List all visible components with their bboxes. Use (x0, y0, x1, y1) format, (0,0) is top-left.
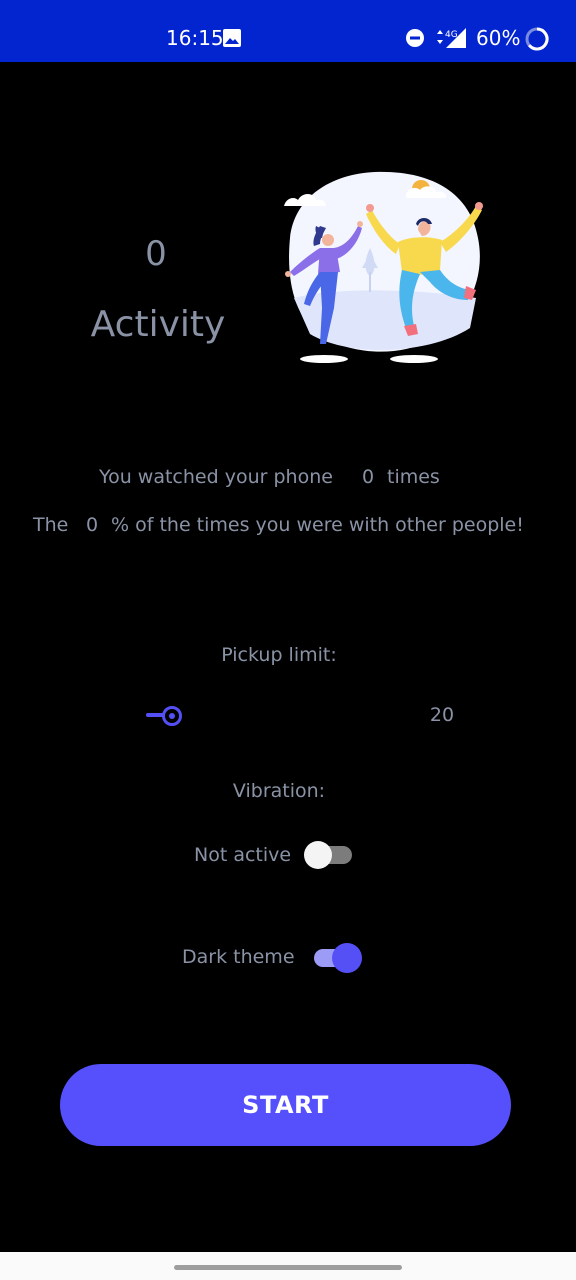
gesture-handle[interactable] (174, 1265, 402, 1270)
vibration-label: Vibration: (232, 780, 326, 802)
celebration-illustration (284, 171, 483, 363)
vibration-state: Not active (194, 844, 292, 866)
pickup-limit-slider[interactable] (146, 700, 406, 730)
activity-label: Activity (90, 304, 226, 345)
status-time: 16:15 (166, 26, 224, 50)
watch-count-value: 0 (362, 466, 375, 488)
dark-theme-toggle[interactable] (312, 942, 364, 974)
status-bar: 16:15 4G 60% (0, 0, 576, 62)
gallery-icon (223, 29, 241, 47)
watch-count-prefix: You watched your phone (99, 466, 333, 488)
battery-icon (525, 27, 549, 51)
dark-theme-toggle-thumb (332, 943, 362, 973)
slider-thumb[interactable] (162, 706, 182, 726)
dark-theme-label: Dark theme (182, 946, 295, 968)
vibration-toggle[interactable] (304, 840, 354, 870)
watch-count-suffix: times (387, 466, 440, 488)
do-not-disturb-icon (406, 29, 424, 47)
pickup-limit-label: Pickup limit: (221, 644, 337, 666)
navigation-bar (0, 1252, 576, 1280)
signal-icon: 4G (437, 28, 466, 48)
start-button[interactable]: START (60, 1064, 511, 1146)
activity-count: 0 (145, 234, 167, 274)
social-percentage-prefix: The (33, 514, 69, 536)
social-percentage-suffix: % of the times you were with other peopl… (111, 514, 524, 536)
pickup-limit-value: 20 (429, 704, 455, 726)
social-percentage-value: 0 (86, 514, 99, 536)
vibration-toggle-thumb (304, 841, 332, 869)
battery-percentage: 60% (476, 26, 521, 50)
